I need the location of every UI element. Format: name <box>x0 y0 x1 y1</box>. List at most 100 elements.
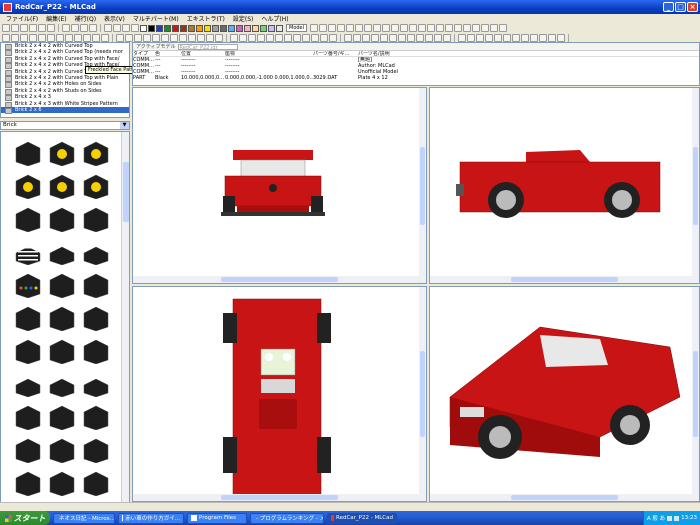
toolbar-button[interactable] <box>11 24 19 32</box>
toolbar-button[interactable] <box>557 34 565 42</box>
chevron-down-icon[interactable]: ▼ <box>120 122 129 129</box>
color-swatch[interactable] <box>188 24 195 32</box>
toolbar-button[interactable] <box>409 24 418 32</box>
color-swatch[interactable] <box>260 24 267 32</box>
toolbar-button[interactable] <box>467 34 475 42</box>
toolbar-button[interactable] <box>275 34 283 42</box>
color-swatch[interactable] <box>164 24 171 32</box>
viewport-3d[interactable] <box>429 286 700 502</box>
toolbar-button[interactable] <box>179 34 187 42</box>
toolbar-button[interactable] <box>391 24 400 32</box>
toolbar-button[interactable] <box>188 34 196 42</box>
toolbar-button[interactable] <box>11 34 19 42</box>
toolbar-button[interactable] <box>122 24 130 32</box>
brick-thumbnail[interactable] <box>81 239 111 265</box>
toolbar-button[interactable] <box>539 34 547 42</box>
toolbar-button[interactable] <box>38 24 46 32</box>
color-swatch[interactable] <box>212 24 219 32</box>
toolbar-button[interactable] <box>436 24 445 32</box>
toolbar-button[interactable] <box>427 24 436 32</box>
toolbar-button[interactable] <box>20 24 28 32</box>
brick-thumbnail[interactable] <box>81 338 111 364</box>
color-swatch[interactable] <box>156 24 163 32</box>
viewport-front[interactable] <box>132 87 427 284</box>
toolbar-button[interactable] <box>476 34 484 42</box>
toolbar-button[interactable] <box>248 34 256 42</box>
toolbar-button[interactable] <box>521 34 529 42</box>
brick-thumbnail[interactable] <box>81 470 111 496</box>
color-swatch[interactable] <box>268 24 275 32</box>
toolbar-button[interactable] <box>74 34 82 42</box>
toolbar-button[interactable] <box>20 34 28 42</box>
brick-thumbnail[interactable] <box>81 272 111 298</box>
brick-thumbnail[interactable] <box>13 272 43 298</box>
toolbar-button[interactable] <box>80 24 88 32</box>
toolbar-button[interactable] <box>344 34 352 42</box>
color-swatch[interactable] <box>276 24 283 32</box>
toolbar-button[interactable] <box>65 34 73 42</box>
toolbar-button[interactable] <box>463 24 472 32</box>
task-program-files[interactable]: Program Files <box>187 512 247 524</box>
toolbar-button[interactable] <box>89 24 97 32</box>
menu-multipart[interactable]: マルチパート(M) <box>129 14 183 23</box>
brick-thumbnail[interactable] <box>13 470 43 496</box>
color-swatch[interactable] <box>228 24 235 32</box>
color-swatch[interactable] <box>220 24 227 32</box>
toolbar-button[interactable] <box>443 34 451 42</box>
toolbar-button[interactable] <box>134 34 142 42</box>
model-field[interactable]: RedCar_P22.ldr <box>178 43 239 51</box>
brick-thumbnail[interactable] <box>47 371 77 397</box>
header-color[interactable]: 色 <box>155 51 181 56</box>
task-notepad-diary[interactable]: ネオス日記 - Micros... <box>53 512 115 524</box>
toolbar-button[interactable] <box>400 24 409 32</box>
color-swatch[interactable] <box>244 24 251 32</box>
brick-thumbnail[interactable] <box>81 305 111 331</box>
toolbar-button[interactable] <box>257 34 265 42</box>
color-swatch[interactable] <box>196 24 203 32</box>
toolbar-button[interactable] <box>373 24 382 32</box>
toolbar-button[interactable] <box>371 34 379 42</box>
toolbar-button[interactable] <box>116 34 124 42</box>
toolbar-button[interactable] <box>530 34 538 42</box>
toolbar-button[interactable] <box>310 24 319 32</box>
toolbar-button[interactable] <box>328 24 337 32</box>
brick-thumbnail[interactable] <box>81 140 111 166</box>
toolbar-button[interactable] <box>125 34 133 42</box>
toolbar-button[interactable] <box>481 24 490 32</box>
toolbar-button[interactable] <box>71 24 79 32</box>
brick-thumbnail[interactable] <box>47 338 77 364</box>
toolbar-button[interactable] <box>494 34 502 42</box>
brick-thumbnail[interactable] <box>81 437 111 463</box>
menu-help[interactable]: ヘルプ(H) <box>257 14 292 23</box>
toolbar-button[interactable] <box>197 34 205 42</box>
header-part-number[interactable]: パーツ番号/ギ… <box>313 51 358 56</box>
toolbar-button[interactable] <box>380 34 388 42</box>
brick-thumbnail[interactable] <box>81 404 111 430</box>
toolbar-button[interactable] <box>398 34 406 42</box>
toolbar-button[interactable] <box>29 24 37 32</box>
menu-file[interactable]: ファイル(F) <box>2 14 42 23</box>
task-mlcad[interactable]: RedCar_P22 - MLCad <box>327 512 397 524</box>
active-model-tab[interactable]: アクティブモデル <box>136 43 175 50</box>
color-swatch[interactable] <box>204 24 211 32</box>
toolbar-button[interactable] <box>485 34 493 42</box>
volume-icon[interactable] <box>667 515 673 521</box>
toolbar-button[interactable] <box>416 34 424 42</box>
tree-item[interactable]: Brick 2 x 6 <box>1 106 129 115</box>
brick-thumbnail[interactable] <box>13 206 43 232</box>
header-type[interactable]: タイプ <box>133 51 155 56</box>
color-swatch[interactable] <box>140 24 147 32</box>
toolbar-button[interactable] <box>161 34 169 42</box>
toolbar-button[interactable] <box>311 34 319 42</box>
toolbar-button[interactable] <box>215 34 223 42</box>
brick-thumbnail[interactable] <box>13 371 43 397</box>
toolbar-button[interactable] <box>389 34 397 42</box>
toolbar-button[interactable] <box>407 34 415 42</box>
brick-thumbnail[interactable] <box>47 173 77 199</box>
viewport-side[interactable] <box>429 87 700 284</box>
color-swatch[interactable] <box>180 24 187 32</box>
toolbar-button[interactable] <box>362 34 370 42</box>
menu-view[interactable]: 表示(V) <box>100 14 129 23</box>
brick-thumbnail[interactable] <box>13 305 43 331</box>
color-swatch[interactable] <box>172 24 179 32</box>
